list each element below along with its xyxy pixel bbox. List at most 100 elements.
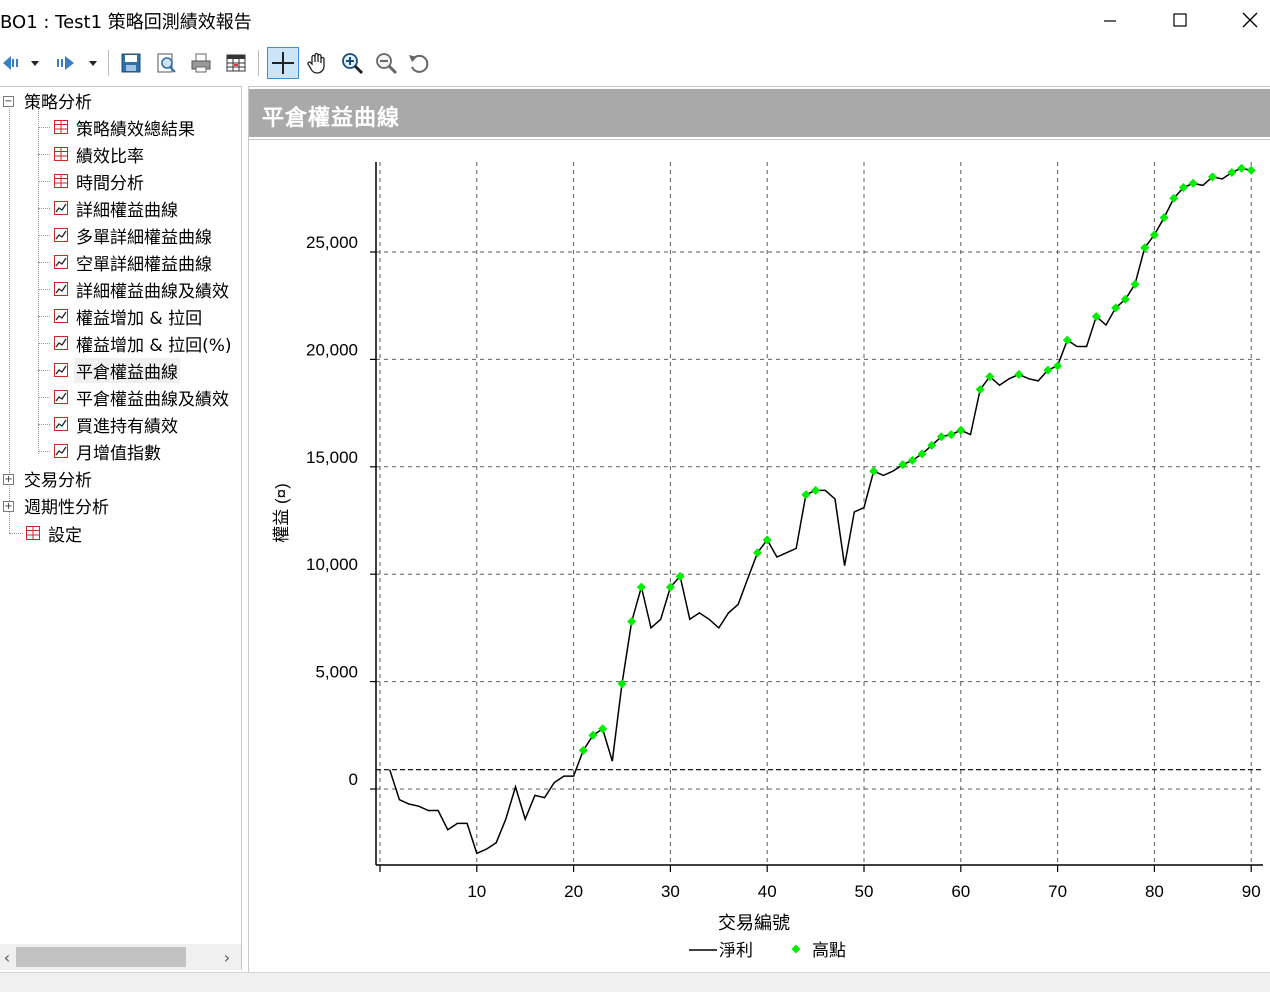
x-tick-label: 60 [951,882,970,901]
high-point-marker [1130,279,1140,289]
chart-icon [54,228,68,242]
close-button[interactable] [1215,0,1270,40]
high-point-marker [598,724,608,734]
chart-header: 平倉權益曲線 [249,89,1270,137]
chart-icon [54,363,68,377]
crosshair-button[interactable] [267,47,299,79]
high-point-marker [588,730,598,740]
chart-title: 平倉權益曲線 [262,106,401,131]
axis-layer: 10 20 30 40 50 60 70 80 90 0 5,000 10,000 15,000 20,0… [306,162,1263,901]
high-point-marker [946,430,956,440]
series-layer [388,163,1256,855]
chart-icon [54,444,68,458]
tree-item-long-equity-curve[interactable]: 多單詳細權益曲線 [54,222,214,248]
tree-item-label: 策略績效總結果 [76,119,195,140]
table-icon [54,120,68,134]
print-preview-button[interactable] [151,48,181,78]
tree-item-short-equity-curve[interactable]: 空單詳細權益曲線 [54,249,214,275]
toolbar-separator [258,50,259,76]
collapse-toggle[interactable]: − [3,96,14,107]
tree-line [38,316,50,317]
table-button[interactable] [221,48,251,78]
crosshair-icon [272,52,294,74]
tree-item-performance-ratios[interactable]: 績效比率 [54,141,146,167]
high-point-marker [1159,213,1169,223]
tree-item-label: 平倉權益曲線 [74,357,180,383]
equity-chart[interactable]: 10 20 30 40 50 60 70 80 90 0 5,000 10,000 15,000 20,0… [249,140,1269,970]
scroll-left-icon[interactable]: ‹ [0,946,14,968]
print-preview-icon [157,53,176,73]
table-icon [54,147,68,161]
high-point-marker [636,582,646,592]
tree-item-equity-runup-drawdown-pct[interactable]: 權益增加 & 拉回(%) [54,330,233,356]
high-point-marker [869,466,879,476]
tree-item-closed-equity-performance[interactable]: 平倉權益曲線及績效 [54,384,231,410]
tree-line [38,451,50,452]
chart-area[interactable]: 10 20 30 40 50 60 70 80 90 0 5,000 10,000 15,000 20,0… [249,139,1270,972]
tree-item-time-analysis[interactable]: 時間分析 [54,168,146,194]
high-point-marker [1062,335,1072,345]
tree-line [38,208,50,209]
tree-group-periodic-analysis[interactable]: 週期性分析 [18,492,111,518]
x-tick-label: 90 [1242,882,1261,901]
forward-dropdown-button[interactable] [82,48,104,78]
high-point-marker [898,460,908,470]
tree-item-label: 權益增加 & 拉回 [76,308,203,329]
tree-line [9,99,10,533]
tree-item-equity-runup-drawdown[interactable]: 權益增加 & 拉回 [54,303,204,329]
tree-item-equity-curve-performance[interactable]: 詳細權益曲線及績效 [54,276,231,302]
status-bar [0,972,1270,992]
tree-group-trade-analysis[interactable]: 交易分析 [18,465,94,491]
zoom-out-button[interactable] [371,48,401,78]
zoom-in-icon [342,53,364,75]
printer-icon [191,53,211,73]
tree-item-performance-summary[interactable]: 策略績效總結果 [54,114,197,140]
print-button[interactable] [186,48,216,78]
expand-toggle[interactable]: + [3,474,14,485]
x-tick-label: 20 [564,882,583,901]
high-point-marker [907,455,917,465]
tree-item-label: 空單詳細權益曲線 [76,254,212,275]
save-button[interactable] [116,48,146,78]
high-point-marker [956,425,966,435]
tree-item-label: 買進持有績效 [76,416,178,437]
tree-line [38,127,50,128]
tree-group-label: 策略分析 [24,92,92,113]
tree-item-detailed-equity-curve[interactable]: 詳細權益曲線 [54,195,180,221]
zoom-in-button[interactable] [337,48,367,78]
grid-layer [376,162,1263,865]
horizontal-scrollbar[interactable]: ‹ › [0,944,241,970]
chart-icon [54,309,68,323]
tree-item-buy-hold-performance[interactable]: 買進持有績效 [54,411,180,437]
tree-line [38,370,50,371]
y-tick-label: 10,000 [306,555,358,574]
expand-toggle[interactable]: + [3,501,14,512]
close-icon [1242,12,1258,28]
scroll-right-icon[interactable]: › [220,946,234,968]
tree-item-closed-equity-curve[interactable]: 平倉權益曲線 [54,357,180,383]
maximize-button[interactable] [1145,0,1215,40]
pan-button[interactable] [303,48,333,78]
legend-label: 淨利 [719,941,753,960]
back-dropdown-button[interactable] [24,48,46,78]
chart-icon [54,390,68,404]
legend-layer: 淨利 高點 [689,941,846,960]
legend-swatch-diamond [791,944,801,954]
tree-line [38,262,50,263]
scrollbar-thumb[interactable] [16,947,186,967]
minimize-icon [1104,20,1116,22]
tree-line [38,109,39,454]
reset-zoom-button[interactable] [404,48,434,78]
high-point-marker [1237,163,1247,173]
tree-group-label: 交易分析 [24,470,92,491]
navigation-tree: − 策略分析 策略績效總結果 績效比率 時間分析 詳細權益曲線 多單詳細權益曲線… [0,86,242,970]
tree-group-strategy-analysis[interactable]: 策略分析 [18,87,94,113]
back-button[interactable] [0,48,22,78]
tree-line [38,289,50,290]
toolbar-separator [108,50,109,76]
forward-button[interactable] [52,48,78,78]
tree-item-monthly-value-index[interactable]: 月增值指數 [54,438,163,464]
tree-item-settings[interactable]: 設定 [26,520,84,546]
x-tick-label: 30 [661,882,680,901]
minimize-button[interactable] [1075,0,1145,40]
